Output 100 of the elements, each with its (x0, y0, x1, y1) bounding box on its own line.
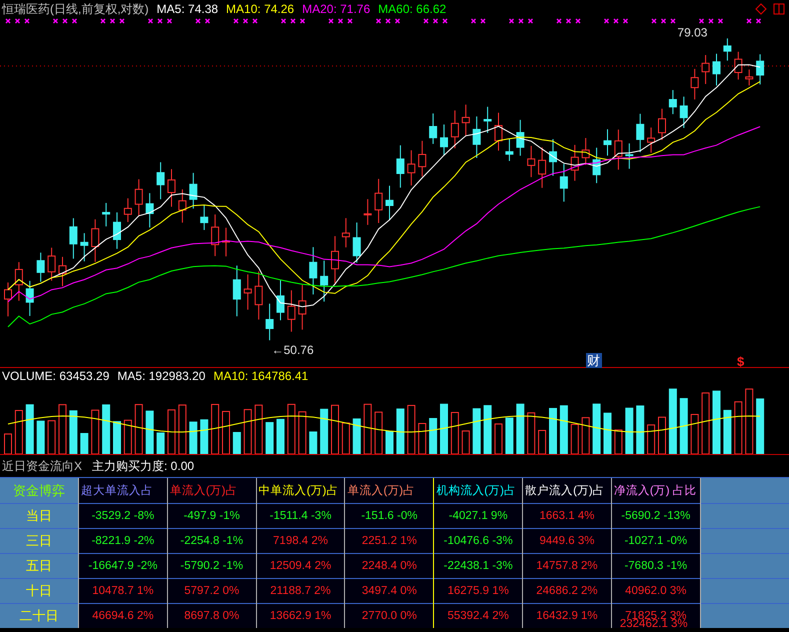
candlestick (26, 280, 34, 316)
indicator-reading: 主力购买力度: 0.00 (92, 458, 194, 474)
table-cell: -2254.8 -1% (167, 528, 256, 554)
candlestick (604, 128, 612, 156)
volume-bar (102, 404, 110, 454)
row-label: 当日 (0, 504, 78, 528)
table-cell: 40962.0 3% (611, 578, 700, 604)
volume-bar (331, 404, 339, 454)
volume-bar (124, 420, 132, 454)
candlestick (668, 90, 677, 115)
volume-bar (113, 421, 121, 454)
volume-bar (168, 409, 176, 454)
candlestick (462, 104, 470, 136)
row-label: 三日 (0, 528, 78, 554)
volume-bar (538, 430, 546, 454)
candlestick (58, 256, 66, 287)
restore-icon[interactable] (773, 3, 785, 15)
table-cell: 9449.6 3% (522, 528, 612, 554)
volume-bar (232, 432, 241, 454)
candlestick (658, 108, 666, 141)
volume-bar (80, 433, 88, 454)
candlestick (124, 198, 132, 223)
indicator-name: 近日资金流向X (2, 458, 82, 474)
candlestick (168, 168, 176, 208)
volume-bar (342, 422, 350, 454)
volume-bar (527, 412, 536, 454)
diamond-icon[interactable] (755, 3, 767, 15)
candlestick (647, 127, 656, 154)
candlestick (48, 247, 56, 282)
event-mark[interactable]: $ (737, 354, 744, 368)
table-cell: 2248.4 0% (344, 554, 434, 578)
high-price-label: 79.03 (677, 25, 708, 40)
table-cell: 2770.0 0% (344, 604, 434, 628)
column-header: 净流入(万) 占比 (611, 478, 700, 504)
candlestick (386, 185, 394, 221)
volume-bar (309, 431, 318, 454)
candlestick (298, 284, 306, 330)
candlestick (625, 142, 634, 170)
candlestick (254, 270, 263, 320)
volume-bar (614, 429, 622, 454)
volume-bar (418, 423, 426, 454)
volume-bar (625, 408, 634, 454)
volume-bar (690, 414, 699, 454)
table-cell: 55392.4 2% (434, 604, 523, 628)
row-label: 十日 (0, 578, 78, 604)
candlestick (570, 144, 579, 182)
volume-bar (26, 404, 34, 454)
candlestick (407, 150, 416, 186)
volume-bar (276, 418, 284, 454)
candlestick (113, 212, 121, 250)
event-badge[interactable]: 财 (586, 353, 602, 368)
candlestick (450, 110, 459, 149)
volume-bar (440, 404, 448, 454)
table-cell: 7198.4 2% (256, 528, 345, 554)
volume-bar (134, 404, 143, 454)
volume-bar (320, 408, 328, 454)
volume-bar (560, 405, 568, 454)
volume-bar (287, 404, 296, 454)
candlestick (232, 265, 241, 317)
candlestick (309, 246, 318, 295)
table-cell: 13662.9 1% (256, 604, 345, 628)
candlestick (14, 262, 23, 302)
volume-bar (582, 417, 590, 454)
volume-bar (450, 412, 459, 454)
candlestick (756, 54, 764, 85)
volume-bar (472, 408, 481, 454)
column-header: 中单流入(万)占 (256, 478, 345, 504)
table-cell: -7680.3 -1% (611, 554, 700, 578)
candlestick (222, 227, 230, 257)
row-label: 五日 (0, 554, 78, 578)
volume-bar (756, 398, 764, 454)
candlestick (331, 236, 339, 284)
volume-bar (484, 405, 492, 454)
indicator-reading: VOLUME: 63453.29 (2, 369, 110, 383)
table-cell: 5797.2 0% (167, 578, 256, 604)
volume-bar (396, 408, 404, 454)
candlestick (189, 172, 198, 210)
table-cell: -16647.9 -2% (78, 554, 168, 578)
candlestick (364, 198, 372, 226)
candlestick (702, 54, 710, 84)
table-cell: 16432.9 1% (522, 604, 612, 628)
candlestick (429, 112, 438, 144)
candlestick (200, 204, 208, 230)
table-cell: -1511.4 -3% (256, 504, 345, 528)
candlestick (680, 96, 688, 128)
volume-bar (712, 390, 720, 454)
table-cell: -8221.9 -2% (78, 528, 168, 554)
volume-bar (36, 420, 45, 454)
candlestick (396, 144, 404, 188)
candlestick (266, 303, 274, 341)
volume-bar (4, 434, 12, 454)
candlestick (549, 138, 557, 176)
indicator-reading: MA60: 66.62 (378, 2, 446, 16)
candlestick (156, 162, 165, 200)
volume-bar (156, 432, 165, 454)
column-header: 超大单流入占 (78, 478, 168, 504)
row-label: 二十日 (0, 604, 78, 628)
table-cell: -4027.1 9% (434, 504, 523, 528)
table-cell: 46694.6 2% (78, 604, 168, 628)
volume-bar (734, 401, 742, 454)
